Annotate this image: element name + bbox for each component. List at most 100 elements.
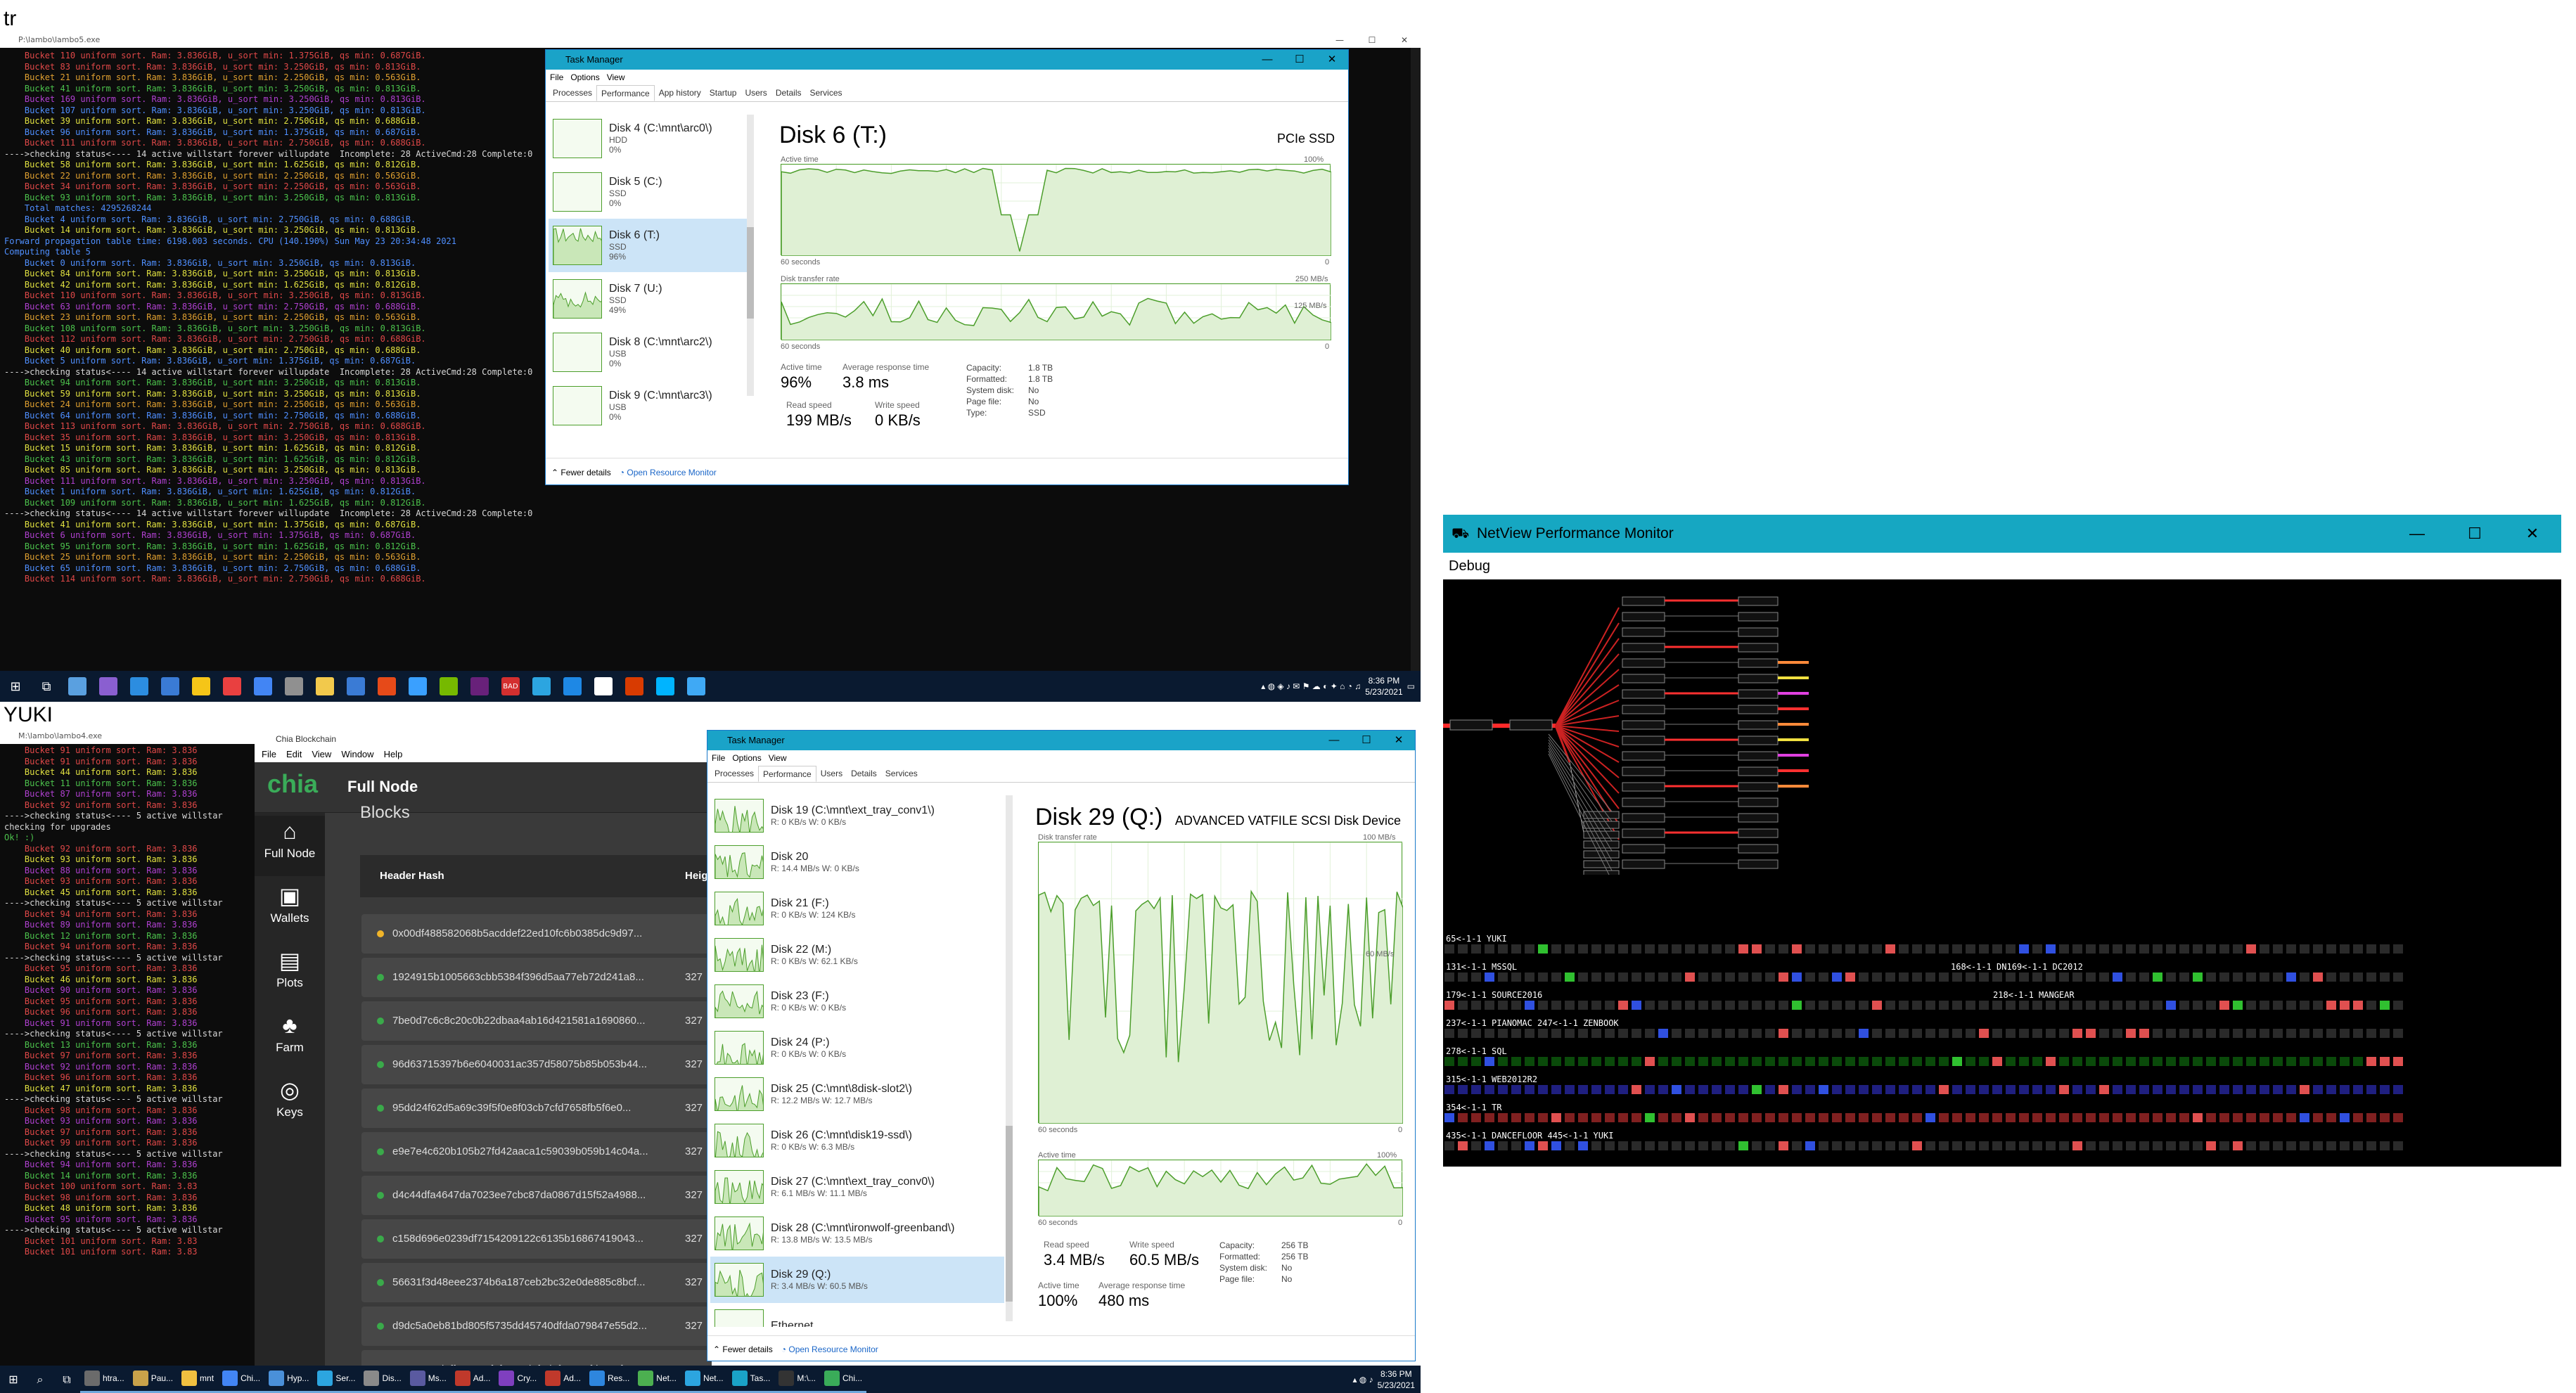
disk-list-item[interactable]: Disk 6 (T:) SSD 96% (549, 219, 747, 272)
netview-topology-graph[interactable] (1443, 579, 2561, 875)
netview-host-row[interactable] (1444, 1056, 2403, 1070)
top-console-titlebar[interactable]: P:\lambo\lambo5.exe — ☐ ✕ (0, 32, 1421, 48)
menu-window[interactable]: Window (341, 747, 373, 762)
taskbar-app-icon[interactable] (687, 677, 705, 695)
chia-nav-keys[interactable]: ◎ Keys (255, 1074, 325, 1135)
taskbar-app-icon[interactable] (99, 677, 117, 695)
disk-list-item[interactable]: Disk 7 (U:) SSD 49% (549, 272, 747, 326)
disk-list-item[interactable]: Disk 24 (P:) R: 0 KB/s W: 0 KB/s (710, 1025, 1004, 1071)
block-row[interactable]: d9dc5a0eb81bd805f5735dd45740dfda079847e5… (361, 1307, 712, 1346)
tm-top-titlebar[interactable]: Task Manager — ☐ ✕ (546, 50, 1348, 70)
disk-list-item[interactable]: Disk 26 (C:\mnt\disk19-ssd\) R: 0 KB/s W:… (710, 1117, 1004, 1164)
taskbar-task[interactable]: Chi... (820, 1366, 867, 1393)
task-view-icon[interactable]: ⧉ (34, 674, 58, 698)
close-icon[interactable]: ✕ (1388, 32, 1421, 48)
close-icon[interactable]: ✕ (1316, 50, 1348, 70)
block-row[interactable]: 57e3c6c8daff05c47ef1f9513d6fad2f066ecfdc… (361, 1350, 712, 1366)
block-row[interactable]: 96d63715397b6e6040031ac357d58075b85b053b… (361, 1045, 712, 1084)
taskbar-task[interactable]: Chi... (218, 1366, 265, 1393)
menu-options[interactable]: Options (732, 750, 761, 766)
windows-start-icon[interactable]: ⊞ (4, 674, 27, 698)
disk-list-item[interactable]: Disk 29 (Q:) R: 3.4 MB/s W: 60.5 MB/s (710, 1257, 1004, 1303)
taskbar-task[interactable]: Net... (634, 1366, 681, 1393)
menu-options[interactable]: Options (570, 70, 599, 85)
menu-file[interactable]: File (550, 70, 563, 85)
taskbar-app-icon[interactable] (563, 677, 582, 695)
disk-list-item[interactable]: Disk 28 (C:\mnt\ironwolf-greenband\) R: 1… (710, 1210, 1004, 1257)
taskbar-app-icon[interactable] (68, 677, 86, 695)
bottom-console-window[interactable]: M:\lambo\lambo4.exe Bucket 91 uniform so… (0, 728, 267, 1366)
menu-edit[interactable]: Edit (286, 747, 302, 762)
chia-nav-wallets[interactable]: ▣ Wallets (255, 880, 325, 941)
tab-processes[interactable]: Processes (710, 766, 758, 782)
taskbar-app-icon[interactable] (223, 677, 241, 695)
taskbar-task[interactable]: mnt (177, 1366, 219, 1393)
maximize-icon[interactable]: ☐ (1356, 32, 1388, 48)
notification-icon[interactable]: ▭ (1407, 681, 1415, 691)
open-resource-monitor-link[interactable]: ◔ Open Resource Monitor (781, 1344, 878, 1354)
bottom-console-titlebar[interactable]: M:\lambo\lambo4.exe (0, 728, 267, 744)
taskbar-task[interactable]: Net... (680, 1366, 728, 1393)
menu-help[interactable]: Help (384, 747, 403, 762)
tm-bottom-titlebar[interactable]: Task Manager — ☐ ✕ (707, 731, 1415, 750)
tm-bottom-list-scrollbar[interactable] (1006, 795, 1013, 1321)
tab-startup[interactable]: Startup (705, 85, 741, 101)
taskbar-app-icon[interactable] (254, 677, 272, 695)
taskbar-app-icon[interactable] (440, 677, 458, 695)
minimize-icon[interactable]: — (1251, 50, 1283, 70)
taskbar-app-icon[interactable] (285, 677, 303, 695)
disk-list-item[interactable]: Disk 5 (C:) SSD 0% (549, 165, 747, 219)
disk-list-item[interactable]: Disk 23 (F:) R: 0 KB/s W: 0 KB/s (710, 978, 1004, 1025)
taskbar-task[interactable]: Ms... (405, 1366, 451, 1393)
disk-list-item[interactable]: Disk 21 (F:) R: 0 KB/s W: 124 KB/s (710, 885, 1004, 932)
tab-users[interactable]: Users (816, 766, 847, 782)
block-row[interactable]: 0x00df488582068b5acddef22ed10fc6b0385dc9… (361, 914, 712, 954)
search-icon[interactable]: ⌕ (30, 1370, 50, 1389)
tray-icons[interactable]: ▴ ◍ ◈ ♪ ✉ ⚑ ☁ ◐ ✦ ⌂ ◔ ♫ (1261, 681, 1361, 691)
block-row[interactable]: c158d696e0239df7154209122c6135b168674190… (361, 1219, 712, 1259)
taskbar-app-icon[interactable] (656, 677, 674, 695)
tab-services[interactable]: Services (806, 85, 847, 101)
tab-services[interactable]: Services (881, 766, 922, 782)
taskbar-task[interactable]: htra... (80, 1366, 129, 1393)
taskbar-task[interactable]: Pau... (128, 1366, 178, 1393)
minimize-icon[interactable]: — (1318, 731, 1350, 750)
menu-file[interactable]: File (712, 750, 725, 766)
task-manager-bottom[interactable]: Task Manager — ☐ ✕ File Options View Process… (707, 730, 1416, 1361)
chia-nav-farm[interactable]: ♣ Farm (255, 1010, 325, 1070)
tab-performance[interactable]: Performance (758, 766, 816, 782)
netview-host-row[interactable] (1444, 972, 2415, 986)
top-console-scrollbar[interactable] (1411, 48, 1421, 671)
block-row[interactable]: 56631f3d48eee2374b6a187ceb2bc32e0de885c8… (361, 1263, 712, 1302)
taskbar-app-icon[interactable] (130, 677, 148, 695)
maximize-icon[interactable]: ☐ (1283, 50, 1316, 70)
maximize-icon[interactable]: ☐ (1350, 731, 1383, 750)
taskbar-app-icon[interactable] (532, 677, 551, 695)
chia-window[interactable]: Chia Blockchain File Edit View Window Help c… (255, 731, 712, 1366)
disk-list-item[interactable]: Disk 8 (C:\mnt\arc2\) USB 0% (549, 326, 747, 379)
disk-list-item[interactable]: Disk 22 (M:) R: 0 KB/s W: 62.1 KB/s (710, 932, 1004, 978)
taskbar-task[interactable]: Ad... (541, 1366, 585, 1393)
tab-users[interactable]: Users (741, 85, 771, 101)
menu-view[interactable]: View (769, 750, 787, 766)
taskbar-app-icon[interactable] (378, 677, 396, 695)
taskbar-task[interactable]: M:\... (774, 1366, 821, 1393)
disk-list-item[interactable]: Disk 25 (C:\mnt\8disk-slot2\) R: 12.2 MB/… (710, 1071, 1004, 1117)
tm-top-list-scrollbar[interactable] (747, 115, 754, 396)
taskbar-app-icon[interactable]: BAD (501, 677, 520, 695)
netview-host-row[interactable] (1444, 1112, 2403, 1126)
minimize-icon[interactable]: — (2388, 515, 2446, 553)
tray-icons[interactable]: ▴ ◍ ♪ (1352, 1375, 1373, 1385)
block-row[interactable]: 1924915b1005663cbb5384f396d5aa77eb72d241… (361, 958, 712, 997)
disk-list-item[interactable]: Disk 19 (C:\mnt\ext_tray_conv1\) R: 0 KB/… (710, 792, 1004, 839)
open-resource-monitor-link[interactable]: ◔ Open Resource Monitor (620, 468, 717, 477)
menu-view[interactable]: View (607, 70, 625, 85)
taskbar-task[interactable]: Dis... (359, 1366, 406, 1393)
tab-app-history[interactable]: App history (655, 85, 705, 101)
disk-list-item[interactable]: Disk 4 (C:\mnt\arc0\) HDD 0% (549, 112, 747, 165)
taskbar-app-icon[interactable] (347, 677, 365, 695)
netview-window[interactable]: ⛟ NetView Performance Monitor — ☐ ✕ Debug … (1443, 515, 2561, 1167)
netview-host-row[interactable] (1444, 1028, 2403, 1042)
tm-bottom-disk-list[interactable]: Disk 19 (C:\mnt\ext_tray_conv1\) R: 0 KB/… (710, 792, 1004, 1327)
taskbar-app-icon[interactable] (192, 677, 210, 695)
